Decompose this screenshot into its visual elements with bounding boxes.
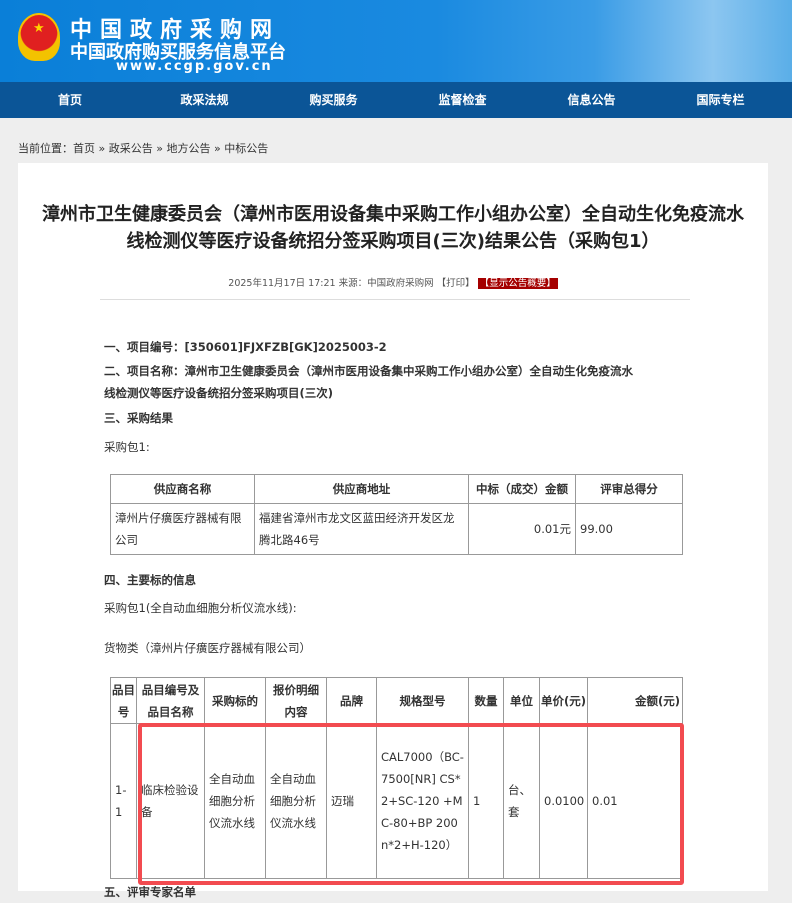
package-label: 采购包1: [104, 440, 150, 454]
col-header: 数量 [468, 677, 504, 724]
breadcrumb-local[interactable]: 地方公告 [166, 142, 210, 155]
breadcrumb-award[interactable]: 中标公告 [224, 142, 268, 155]
main-nav: 首页 政采法规 购买服务 监督检查 信息公告 国际专栏 [0, 82, 792, 118]
divider [100, 299, 690, 300]
nav-home[interactable]: 首页 [0, 82, 140, 118]
print-link[interactable]: 【打印】 [437, 278, 475, 289]
col-header: 规格型号 [376, 677, 469, 724]
col-header: 报价明细内容 [265, 677, 327, 724]
project-name: 二、项目名称：漳州市卫生健康委员会（漳州市医用设备集中采购工作小组办公室）全自动… [104, 364, 633, 400]
section-results: 三、采购结果 [104, 411, 173, 425]
col-header: 供应商地址 [254, 474, 469, 504]
goods-label: 货物类（漳州片仔癀医疗器械有限公司） [104, 641, 311, 655]
page-title: 漳州市卫生健康委员会（漳州市医用设备集中采购工作小组办公室）全自动生化免疫流水线… [42, 204, 744, 252]
breadcrumb: 当前位置：首页 » 政采公告 » 地方公告 » 中标公告 [18, 140, 268, 156]
show-summary-button[interactable]: 【显示公告概要】 [477, 278, 558, 289]
nav-international[interactable]: 国际专栏 [656, 82, 785, 118]
col-header: 品目号 [110, 677, 137, 724]
highlight-box [138, 723, 684, 885]
col-header: 金额(元) [587, 677, 683, 724]
col-header: 单位 [503, 677, 540, 724]
item-no: 1-1 [110, 723, 137, 879]
col-header: 供应商名称 [110, 474, 255, 504]
col-header: 品牌 [326, 677, 377, 724]
score: 99.00 [575, 503, 683, 555]
breadcrumb-sep: » [95, 142, 109, 155]
national-emblem-icon: ★ [18, 13, 60, 61]
nav-announcements[interactable]: 信息公告 [527, 82, 656, 118]
section-experts: 五、评审专家名单 [104, 885, 196, 899]
nav-regulations[interactable]: 政采法规 [140, 82, 269, 118]
award-amount: 0.01元 [468, 503, 576, 555]
col-header: 采购标的 [204, 677, 266, 724]
breadcrumb-label: 当前位置： [18, 142, 73, 155]
site-url: www.ccgp.gov.cn [116, 59, 273, 74]
nav-purchase-services[interactable]: 购买服务 [269, 82, 398, 118]
article-meta: 2025年11月17日 17:21 来源：中国政府采购网 【打印】 【显示公告概… [18, 275, 768, 289]
breadcrumb-gov-announcements[interactable]: 政采公告 [109, 142, 153, 155]
package-detail-label: 采购包1(全自动血细胞分析仪流水线): [104, 601, 297, 615]
breadcrumb-sep: » [210, 142, 225, 155]
table-row: 漳州片仔癀医疗器械有限公司 福建省漳州市龙文区蓝田经济开发区龙腾北路46号 0.01… [110, 503, 683, 555]
col-header: 品目编号及品目名称 [136, 677, 205, 724]
section-main-items: 四、主要标的信息 [104, 573, 196, 587]
project-number: 一、项目编号：[350601]FJXFZB[GK]2025003-2 [104, 340, 387, 354]
article-card: 漳州市卫生健康委员会（漳州市医用设备集中采购工作小组办公室）全自动生化免疫流水线… [18, 163, 768, 899]
col-header: 评审总得分 [575, 474, 683, 504]
supplier-name: 漳州片仔癀医疗器械有限公司 [110, 503, 255, 555]
source: 来源：中国政府采购网 [338, 278, 434, 289]
supplier-address: 福建省漳州市龙文区蓝田经济开发区龙腾北路46号 [254, 503, 469, 555]
results-table: 供应商名称 供应商地址 中标（成交）金额 评审总得分 漳州片仔癀医疗器械有限公司 福建省… [110, 474, 683, 555]
breadcrumb-sep: » [152, 142, 167, 155]
site-header: ★ 中国政府采购网 中国政府购买服务信息平台 www.ccgp.gov.cn [0, 0, 792, 82]
nav-supervision[interactable]: 监督检查 [398, 82, 527, 118]
breadcrumb-home[interactable]: 首页 [73, 142, 95, 155]
col-header: 中标（成交）金额 [468, 474, 576, 504]
col-header: 单价(元) [539, 677, 588, 724]
publish-date: 2025年11月17日 17:21 [228, 278, 336, 289]
